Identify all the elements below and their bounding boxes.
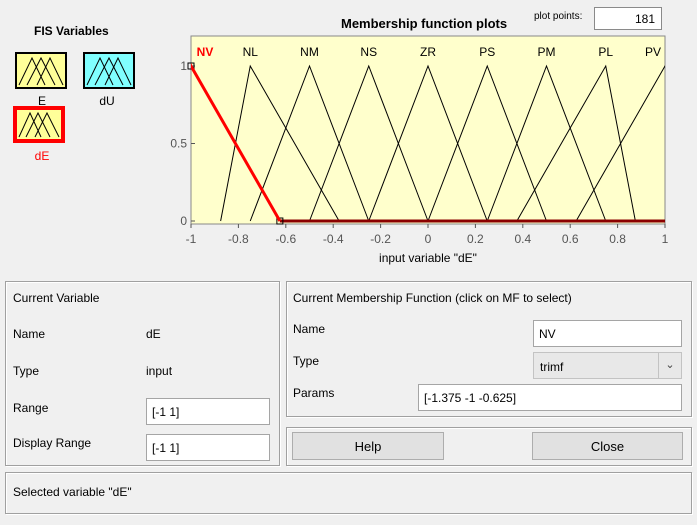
x-tick-label: 0.4 bbox=[514, 232, 531, 246]
help-button[interactable]: Help bbox=[292, 432, 444, 460]
mf-params-field[interactable]: [-1.375 -1 -0.625] bbox=[418, 384, 682, 411]
range-label: Range bbox=[13, 401, 49, 415]
chevron-down-icon[interactable]: ⌄ bbox=[658, 353, 681, 378]
x-tick-label: 0.6 bbox=[562, 232, 579, 246]
variable-box-e[interactable] bbox=[15, 52, 67, 89]
x-tick-label: -0.2 bbox=[370, 232, 391, 246]
plot-title: Membership function plots bbox=[341, 16, 508, 31]
mf-label-ps: PS bbox=[479, 45, 495, 59]
x-tick-label: -0.4 bbox=[323, 232, 344, 246]
status-text: Selected variable "dE" bbox=[13, 485, 132, 499]
mf-label-nl: NL bbox=[243, 45, 259, 59]
current-variable-panel: Current Variable Name dE Type input Rang… bbox=[5, 281, 280, 466]
x-tick-label: -0.6 bbox=[275, 232, 296, 246]
current-mf-title: Current Membership Function (click on MF… bbox=[293, 291, 572, 305]
current-mf-panel: Current Membership Function (click on MF… bbox=[286, 281, 692, 417]
mf-label-pl: PL bbox=[598, 45, 613, 59]
mf-params-label: Params bbox=[293, 386, 335, 400]
y-tick-label: 0.5 bbox=[170, 137, 187, 151]
display-range-field[interactable]: [-1 1] bbox=[146, 434, 270, 461]
plot-points-input[interactable]: 181 bbox=[594, 7, 662, 30]
x-tick-label: -0.8 bbox=[228, 232, 249, 246]
mf-type-label: Type bbox=[293, 354, 320, 368]
plot-points-label: plot points: bbox=[534, 11, 583, 22]
variable-box-de[interactable] bbox=[13, 106, 65, 143]
x-axis-label: input variable "dE" bbox=[379, 251, 477, 265]
range-field[interactable]: [-1 1] bbox=[146, 398, 270, 425]
mf-thumbnail-icon bbox=[86, 56, 132, 86]
mf-type-select[interactable]: trimf ⌄ bbox=[533, 352, 682, 379]
current-variable-title: Current Variable bbox=[13, 291, 100, 305]
status-panel: Selected variable "dE" bbox=[5, 472, 692, 514]
mf-thumbnail-icon bbox=[18, 56, 64, 86]
mf-label-pm: PM bbox=[538, 45, 556, 59]
mf-thumbnail-icon bbox=[18, 111, 60, 138]
y-tick-label: 0 bbox=[180, 214, 187, 228]
display-range-label: Display Range bbox=[13, 436, 92, 450]
mf-type-value: trimf bbox=[540, 360, 564, 374]
mf-label-ns: NS bbox=[360, 45, 377, 59]
variable-box-du[interactable] bbox=[83, 52, 135, 89]
x-tick-label: 0 bbox=[425, 232, 432, 246]
variable-label-de: dE bbox=[34, 149, 50, 163]
plot-area bbox=[190, 35, 666, 225]
x-tick-label: 1 bbox=[662, 232, 669, 246]
fis-variables-title: FIS Variables bbox=[34, 24, 109, 38]
name-label: Name bbox=[13, 327, 46, 341]
membership-function-chart[interactable]: -1 -0.8 -0.6 -0.4 -0.2 0 0.2 0.4 0.6 0.8 1 0 0.5 1 inp… bbox=[160, 30, 690, 270]
close-button[interactable]: Close bbox=[532, 432, 683, 460]
mf-label-zr: ZR bbox=[420, 45, 436, 59]
variable-label-du: dU bbox=[99, 94, 115, 108]
variable-type-value: input bbox=[146, 364, 173, 378]
mf-name-label: Name bbox=[293, 322, 326, 336]
top-area: FIS Variables E dU dE Membership functio… bbox=[0, 0, 697, 268]
x-tick-label: -1 bbox=[186, 232, 197, 246]
type-label: Type bbox=[13, 364, 40, 378]
mf-label-nm: NM bbox=[300, 45, 319, 59]
mf-label-pv: PV bbox=[645, 45, 661, 59]
variable-name-value: dE bbox=[146, 327, 161, 341]
x-tick-label: 0.8 bbox=[609, 232, 626, 246]
buttons-panel: Help Close bbox=[286, 427, 692, 466]
mf-name-field[interactable]: NV bbox=[533, 320, 682, 347]
x-tick-label: 0.2 bbox=[467, 232, 484, 246]
y-tick-label: 1 bbox=[180, 59, 187, 73]
mf-label-nv: NV bbox=[197, 45, 214, 59]
